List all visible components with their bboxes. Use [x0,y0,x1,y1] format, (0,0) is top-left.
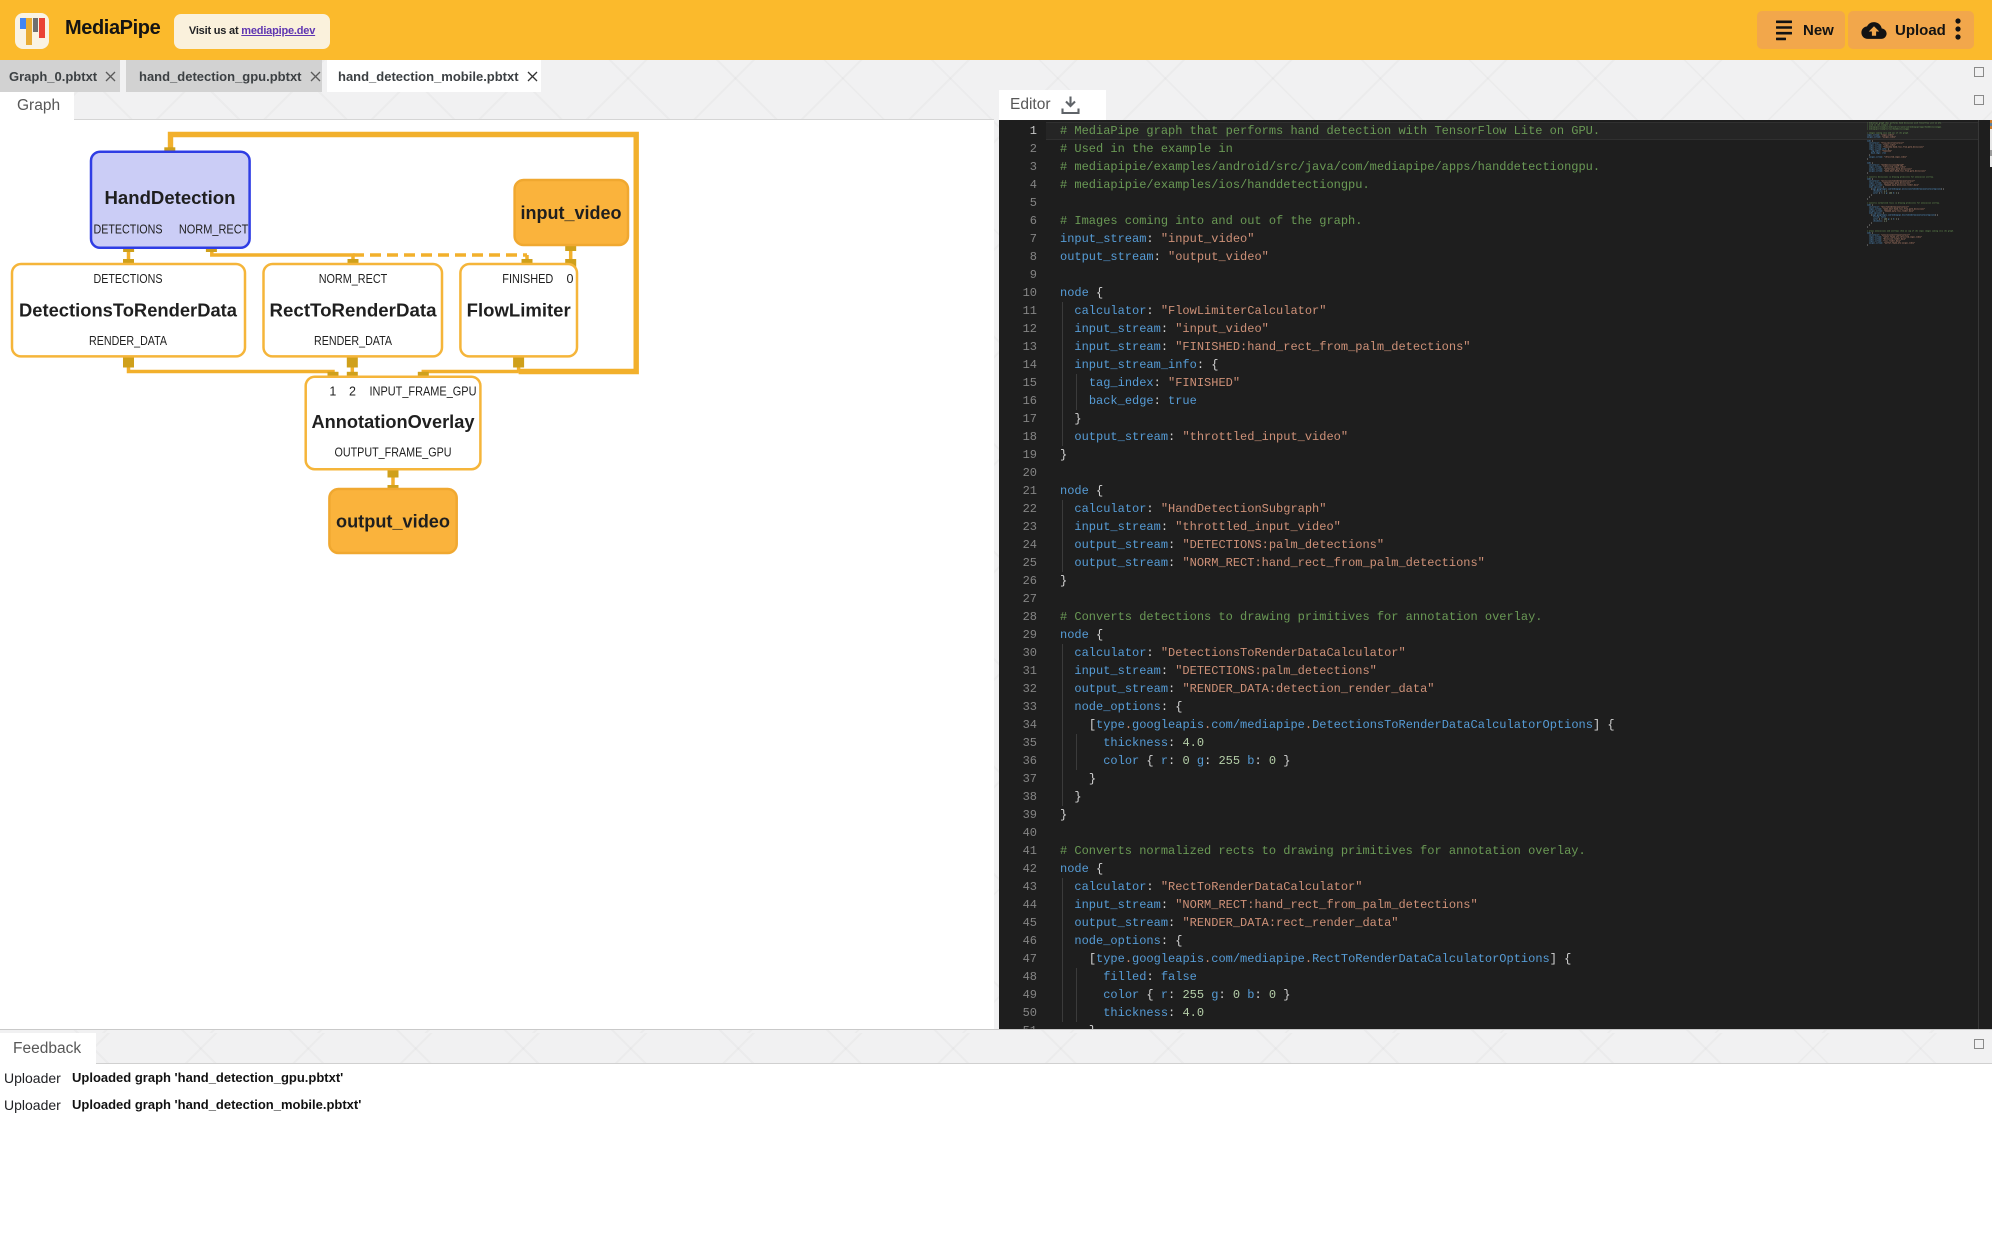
svg-text:OUTPUT_FRAME_GPU: OUTPUT_FRAME_GPU [335,446,452,460]
svg-text:DETECTIONS: DETECTIONS [94,223,163,237]
svg-text:RENDER_DATA: RENDER_DATA [314,334,393,348]
svg-text:input_video: input_video [521,202,622,223]
svg-text:RectToRenderData: RectToRenderData [270,300,438,321]
svg-text:FlowLimiter: FlowLimiter [467,300,571,321]
svg-text:DetectionsToRenderData: DetectionsToRenderData [19,300,238,321]
svg-text:DETECTIONS: DETECTIONS [94,272,163,286]
svg-text:0: 0 [567,272,574,286]
svg-text:AnnotationOverlay: AnnotationOverlay [312,411,476,432]
svg-text:1: 1 [329,385,336,399]
svg-text:RENDER_DATA: RENDER_DATA [89,334,168,348]
svg-text:NORM_RECT: NORM_RECT [319,272,388,286]
svg-text:HandDetection: HandDetection [105,187,236,208]
svg-text:NORM_RECT: NORM_RECT [179,223,249,237]
svg-text:FINISHED: FINISHED [502,272,553,286]
svg-text:2: 2 [349,385,356,399]
svg-text:output_video: output_video [336,511,450,532]
svg-text:INPUT_FRAME_GPU: INPUT_FRAME_GPU [370,385,477,399]
